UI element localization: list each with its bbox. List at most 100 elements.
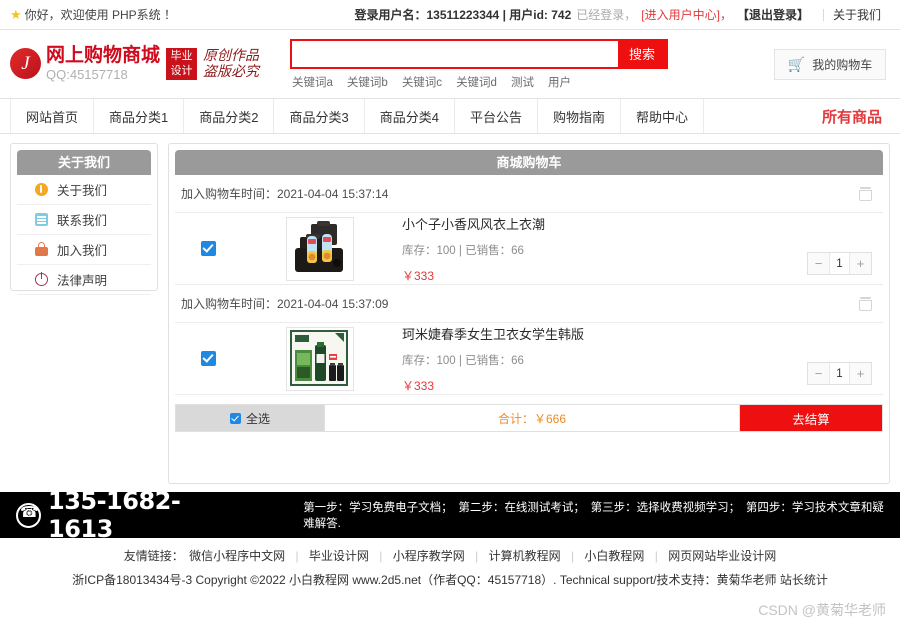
quantity-decrease-button[interactable]: − — [808, 253, 829, 274]
keyword-link[interactable]: 关键词d — [456, 74, 497, 90]
search-button[interactable]: 搜索 — [618, 40, 666, 67]
select-all-checkbox[interactable] — [229, 412, 241, 424]
search-area: 搜索 关键词a 关键词b 关键词c 关键词d 测试 用户 — [290, 38, 668, 90]
table-row: 小个子小香风风衣上衣潮 库存：100 | 已销售：66 ￥333 − 1 + — [175, 213, 883, 285]
sidebar-item-legal[interactable]: 法律声明 — [17, 265, 151, 295]
logo[interactable]: J 网上购物商城 QQ:45157718 毕业 设计 原创作品 盗版必究 — [10, 44, 272, 83]
main-content: 关于我们 关于我们 联系我们 加入我们 法律声明 商城购物车 加入购物车时间：2… — [0, 134, 900, 484]
select-all-label: 全选 — [245, 411, 270, 426]
keyword-link[interactable]: 用户 — [548, 74, 571, 90]
nav-item-shopping-guide[interactable]: 购物指南 — [538, 99, 621, 133]
sidebar-item-label: 法律声明 — [57, 274, 108, 288]
user-center-link[interactable]: [进入用户中心]， — [641, 6, 732, 23]
product-name[interactable]: 珂米婕春季女生卫衣女学生韩版 — [402, 324, 807, 343]
sidebar-item-join-us[interactable]: 加入我们 — [17, 235, 151, 265]
product-name[interactable]: 小个子小香风风衣上衣潮 — [402, 214, 807, 233]
quantity-area: − 1 + — [807, 332, 872, 385]
footer-link[interactable]: 计算机教程网 — [489, 549, 561, 563]
quantity-decrease-button[interactable]: − — [808, 363, 829, 384]
login-status: 已经登录， — [576, 8, 637, 22]
link-separator: | — [475, 549, 479, 563]
cart-item-time-row: 加入购物车时间：2021-04-04 15:37:14 — [175, 175, 883, 213]
quantity-value[interactable]: 1 — [829, 363, 850, 384]
sidebar-item-about-us[interactable]: 关于我们 — [17, 175, 151, 205]
calligraphy-slogan: 原创作品 盗版必究 — [203, 48, 259, 80]
copyright-text: 浙ICP备18013434号-3 Copyright ©2022 小白教程网 w… — [72, 573, 828, 587]
product-info: 小个子小香风风衣上衣潮 库存：100 | 已销售：66 ￥333 — [402, 214, 807, 284]
footer-steps-text: 第一步：学习免费电子文档； 第二步：在线测试考试； 第三步：选择收费视频学习； … — [303, 502, 884, 530]
cart-panel: 商城购物车 加入购物车时间：2021-04-04 15:37:14 小个子小香风… — [168, 143, 890, 484]
logo-subtitle: QQ:45157718 — [46, 67, 128, 83]
sidebar-item-contact-us[interactable]: 联系我们 — [17, 205, 151, 235]
quantity-increase-button[interactable]: + — [850, 363, 871, 384]
link-separator: | — [295, 549, 299, 563]
link-separator: | — [654, 549, 658, 563]
watermark: CSDN @黄菊华老师 — [758, 602, 886, 618]
quantity-area: − 1 + — [807, 222, 872, 275]
site-header: J 网上购物商城 QQ:45157718 毕业 设计 原创作品 盗版必究 搜索 … — [0, 30, 900, 98]
nav-item-category-2[interactable]: 商品分类2 — [184, 99, 275, 133]
product-price: ￥333 — [402, 378, 435, 393]
cart-item-checkbox[interactable] — [201, 241, 216, 256]
quantity-stepper[interactable]: − 1 + — [807, 362, 872, 385]
nav-item-category-4[interactable]: 商品分类4 — [365, 99, 455, 133]
search-input[interactable] — [292, 40, 618, 67]
footer-link[interactable]: 网页网站毕业设计网 — [668, 549, 776, 563]
my-cart-button[interactable]: 🛒 我的购物车 — [774, 48, 886, 80]
nav-item-category-3[interactable]: 商品分类3 — [274, 99, 365, 133]
keyword-link[interactable]: 关键词a — [292, 74, 333, 90]
nav-item-help-center[interactable]: 帮助中心 — [621, 99, 704, 133]
select-all-toggle[interactable]: 全选 — [176, 405, 324, 431]
logo-text: 网上购物商城 QQ:45157718 — [46, 44, 161, 83]
phone-number: 135-1682-1613 — [48, 487, 181, 543]
product-stock: 库存：100 | 已销售：66 — [402, 244, 524, 257]
sidebar-item-label: 关于我们 — [57, 184, 108, 198]
logout-link[interactable]: 【退出登录】 — [737, 6, 809, 23]
login-username: 登录用户名：13511223344 | 用户id: 742 — [354, 8, 572, 22]
keyword-link[interactable]: 关键词c — [402, 74, 442, 90]
quantity-stepper[interactable]: − 1 + — [807, 252, 872, 275]
cart-item-added-time: 加入购物车时间：2021-04-04 15:37:09 — [181, 297, 389, 311]
product-stock: 库存：100 | 已销售：66 — [402, 354, 524, 367]
cart-item-time-row: 加入购物车时间：2021-04-04 15:37:09 — [175, 285, 883, 323]
badge-line-2: 设计 — [170, 64, 193, 77]
quantity-increase-button[interactable]: + — [850, 253, 871, 274]
footer-link[interactable]: 小程序教学网 — [393, 549, 465, 563]
star-icon: ★ — [10, 7, 22, 22]
about-us-link[interactable]: 关于我们 — [833, 6, 881, 23]
phone-block: 135-1682-1613 — [16, 487, 231, 543]
trash-icon[interactable] — [859, 296, 872, 311]
all-products-link[interactable]: 所有商品 — [822, 99, 886, 133]
sidebar-item-label: 加入我们 — [57, 244, 108, 258]
slogan-line-2: 盗版必究 — [203, 63, 260, 80]
info-circle-icon — [35, 183, 48, 196]
nav-item-home[interactable]: 网站首页 — [10, 99, 95, 133]
checkout-button[interactable]: 去结算 — [740, 405, 882, 431]
badge-line-1: 毕业 — [170, 49, 193, 62]
shopping-cart-icon: 🛒 — [787, 56, 806, 72]
trash-icon[interactable] — [859, 186, 872, 201]
sidebar: 关于我们 关于我们 联系我们 加入我们 法律声明 — [10, 143, 158, 295]
product-price: ￥333 — [402, 268, 435, 283]
product-thumbnail[interactable] — [286, 326, 354, 391]
footer-link[interactable]: 微信小程序中文网 — [189, 549, 285, 563]
hot-keywords: 关键词a 关键词b 关键词c 关键词d 测试 用户 — [290, 74, 668, 90]
nav-item-announcements[interactable]: 平台公告 — [455, 99, 538, 133]
nav-item-category-1[interactable]: 商品分类1 — [94, 99, 185, 133]
footer-contact-bar: 135-1682-1613 第一步：学习免费电子文档； 第二步：在线测试考试； … — [0, 487, 900, 543]
my-cart-label: 我的购物车 — [812, 57, 873, 72]
product-thumbnail[interactable] — [286, 216, 354, 281]
quantity-value[interactable]: 1 — [829, 253, 850, 274]
clipboard-icon — [35, 213, 48, 226]
logo-title: 网上购物商城 — [46, 44, 161, 67]
welcome-area: ★ 你好，欢迎使用 PHP系统 ！ — [10, 6, 176, 23]
power-icon — [35, 272, 48, 286]
footer-link[interactable]: 毕业设计网 — [309, 549, 369, 563]
keyword-link[interactable]: 测试 — [511, 74, 534, 90]
phone-icon — [16, 502, 41, 528]
keyword-link[interactable]: 关键词b — [347, 74, 388, 90]
footer-link[interactable]: 小白教程网 — [584, 549, 644, 563]
sidebar-item-label: 联系我们 — [57, 214, 108, 228]
cart-item-checkbox[interactable] — [201, 351, 216, 366]
link-separator: | — [570, 549, 575, 563]
